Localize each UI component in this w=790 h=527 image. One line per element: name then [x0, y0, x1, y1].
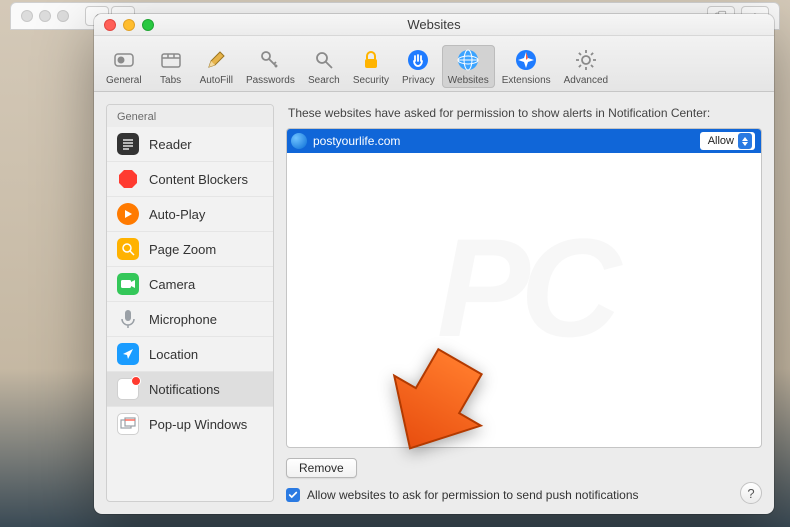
tab-label: Search [308, 75, 340, 86]
stop-icon [117, 168, 139, 190]
tabs-icon [158, 47, 184, 73]
outer-close-dot [21, 10, 33, 22]
sidebar-item-label: Page Zoom [149, 242, 216, 257]
tab-label: Privacy [402, 75, 435, 86]
sidebar-item-location[interactable]: Location [107, 337, 273, 372]
permission-dropdown[interactable]: Allow [700, 132, 755, 150]
sidebar-item-notifications[interactable]: Notifications [107, 372, 273, 407]
sidebar-item-camera[interactable]: Camera [107, 267, 273, 302]
switch-icon [111, 47, 137, 73]
titlebar: Websites [94, 14, 774, 36]
minimize-window-button[interactable] [123, 19, 135, 31]
pencil-icon [203, 47, 229, 73]
compass-icon [513, 47, 539, 73]
help-button[interactable]: ? [740, 482, 762, 504]
website-row[interactable]: postyourlife.com Allow [287, 129, 761, 153]
outer-max-dot [57, 10, 69, 22]
preferences-toolbar: General Tabs AutoFill Passwords Search S… [94, 36, 774, 92]
tab-search[interactable]: Search [302, 45, 346, 88]
checkbox-label: Allow websites to ask for permission to … [307, 488, 639, 502]
remove-button[interactable]: Remove [286, 458, 357, 478]
tab-label: Tabs [160, 75, 181, 86]
tab-advanced[interactable]: Advanced [558, 45, 614, 88]
tab-privacy[interactable]: Privacy [396, 45, 441, 88]
reader-icon [117, 133, 139, 155]
tab-label: AutoFill [200, 75, 233, 86]
tab-extensions[interactable]: Extensions [496, 45, 557, 88]
sidebar-item-microphone[interactable]: Microphone [107, 302, 273, 337]
website-name: postyourlife.com [313, 134, 694, 148]
globe-icon [291, 133, 307, 149]
tab-label: Websites [448, 75, 489, 86]
camera-icon [117, 273, 139, 295]
tab-general[interactable]: General [100, 45, 148, 88]
sidebar-item-label: Reader [149, 137, 192, 152]
tab-label: Security [353, 75, 389, 86]
gear-icon [573, 47, 599, 73]
website-list[interactable]: PC postyourlife.com Allow [286, 128, 762, 448]
key-icon [257, 47, 283, 73]
tab-label: Extensions [502, 75, 551, 86]
checkbox-checked-icon[interactable] [286, 488, 300, 502]
sidebar-item-label: Location [149, 347, 198, 362]
zoom-window-button[interactable] [142, 19, 154, 31]
preferences-window: Websites General Tabs AutoFill Passwords… [94, 14, 774, 514]
sidebar-item-reader[interactable]: Reader [107, 127, 273, 162]
sidebar-item-label: Notifications [149, 382, 220, 397]
sidebar-item-label: Camera [149, 277, 195, 292]
permission-value: Allow [708, 135, 734, 147]
panel-description: These websites have asked for permission… [288, 106, 762, 120]
sidebar-item-content-blockers[interactable]: Content Blockers [107, 162, 273, 197]
tab-autofill[interactable]: AutoFill [194, 45, 239, 88]
settings-sidebar: General Reader Content Blockers Auto-Pla… [106, 104, 274, 502]
chevron-updown-icon [738, 133, 752, 149]
sidebar-header: General [107, 105, 273, 127]
main-panel: These websites have asked for permission… [286, 104, 762, 502]
tab-security[interactable]: Security [347, 45, 395, 88]
outer-min-dot [39, 10, 51, 22]
sidebar-item-label: Auto-Play [149, 207, 205, 222]
tab-tabs[interactable]: Tabs [149, 45, 193, 88]
search-icon [311, 47, 337, 73]
watermark: PC [287, 129, 761, 447]
play-icon [117, 203, 139, 225]
sidebar-item-auto-play[interactable]: Auto-Play [107, 197, 273, 232]
allow-push-checkbox-row[interactable]: Allow websites to ask for permission to … [286, 488, 762, 502]
tab-passwords[interactable]: Passwords [240, 45, 301, 88]
sidebar-item-label: Pop-up Windows [149, 417, 247, 432]
close-window-button[interactable] [104, 19, 116, 31]
tab-websites[interactable]: Websites [442, 45, 495, 88]
sidebar-item-page-zoom[interactable]: Page Zoom [107, 232, 273, 267]
zoom-icon [117, 238, 139, 260]
tab-label: General [106, 75, 142, 86]
popup-icon [117, 413, 139, 435]
sidebar-item-label: Content Blockers [149, 172, 248, 187]
notification-badge-icon [131, 376, 141, 386]
tab-label: Passwords [246, 75, 295, 86]
hand-icon [405, 47, 431, 73]
notification-icon [117, 378, 139, 400]
window-title: Websites [94, 17, 774, 32]
globe-icon [455, 47, 481, 73]
tab-label: Advanced [564, 75, 608, 86]
sidebar-item-popup[interactable]: Pop-up Windows [107, 407, 273, 441]
microphone-icon [117, 308, 139, 330]
sidebar-item-label: Microphone [149, 312, 217, 327]
lock-icon [358, 47, 384, 73]
location-icon [117, 343, 139, 365]
